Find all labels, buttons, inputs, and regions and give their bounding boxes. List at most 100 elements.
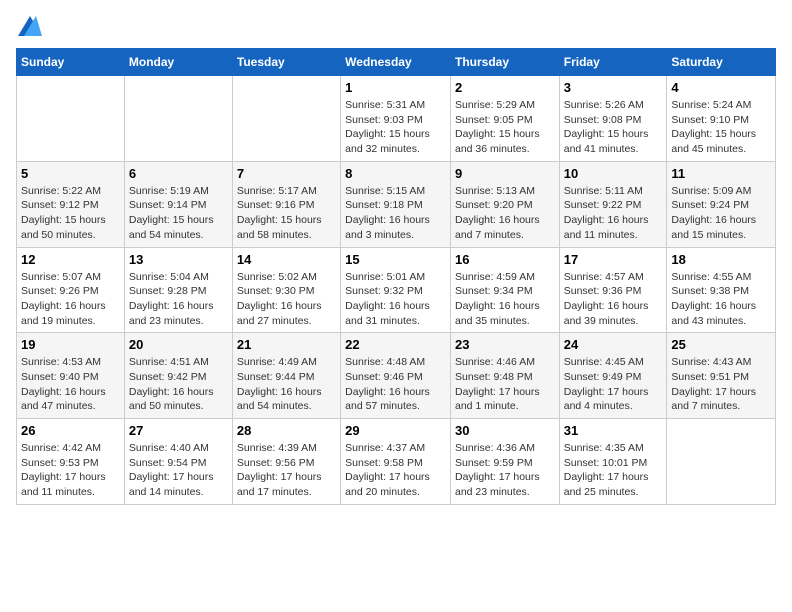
day-number: 4 (671, 80, 771, 95)
calendar-cell: 17 Sunrise: 4:57 AMSunset: 9:36 PMDayligh… (559, 247, 667, 333)
day-info: Sunrise: 5:07 AMSunset: 9:26 PMDaylight:… (21, 270, 120, 329)
day-info: Sunrise: 5:17 AMSunset: 9:16 PMDaylight:… (237, 184, 336, 243)
calendar-cell: 8 Sunrise: 5:15 AMSunset: 9:18 PMDaylight… (341, 161, 451, 247)
calendar-cell: 15Sunrise: 5:01 AMSunset: 9:32 PMDayligh… (341, 247, 451, 333)
calendar-week-row: 19 Sunrise: 4:53 AMSunset: 9:40 PMDayligh… (17, 333, 776, 419)
calendar-header-row: SundayMondayTuesdayWednesdayThursdayFrid… (17, 49, 776, 76)
day-info: Sunrise: 5:09 AMSunset: 9:24 PMDaylight:… (671, 184, 771, 243)
calendar-cell: 27 Sunrise: 4:40 AMSunset: 9:54 PMDayligh… (124, 419, 232, 505)
day-number: 13 (129, 252, 228, 267)
day-info: Sunrise: 4:55 AMSunset: 9:38 PMDaylight:… (671, 270, 771, 329)
day-info: Sunrise: 4:40 AMSunset: 9:54 PMDaylight:… (129, 441, 228, 500)
day-info: Sunrise: 4:35 AMSunset: 10:01 PMDaylight… (564, 441, 663, 500)
day-info: Sunrise: 4:48 AMSunset: 9:46 PMDaylight:… (345, 355, 446, 414)
calendar-cell: 10Sunrise: 5:11 AMSunset: 9:22 PMDayligh… (559, 161, 667, 247)
calendar-cell: 21 Sunrise: 4:49 AMSunset: 9:44 PMDayligh… (232, 333, 340, 419)
calendar-week-row: 1Sunrise: 5:31 AMSunset: 9:03 PMDaylight… (17, 76, 776, 162)
day-info: Sunrise: 5:13 AMSunset: 9:20 PMDaylight:… (455, 184, 555, 243)
day-number: 28 (237, 423, 336, 438)
day-header-monday: Monday (124, 49, 232, 76)
day-number: 8 (345, 166, 446, 181)
day-number: 2 (455, 80, 555, 95)
day-header-saturday: Saturday (667, 49, 776, 76)
calendar-cell: 20Sunrise: 4:51 AMSunset: 9:42 PMDayligh… (124, 333, 232, 419)
day-number: 31 (564, 423, 663, 438)
day-header-friday: Friday (559, 49, 667, 76)
calendar-cell: 13 Sunrise: 5:04 AMSunset: 9:28 PMDayligh… (124, 247, 232, 333)
calendar-cell (124, 76, 232, 162)
day-info: Sunrise: 4:46 AMSunset: 9:48 PMDaylight:… (455, 355, 555, 414)
calendar-cell: 11 Sunrise: 5:09 AMSunset: 9:24 PMDayligh… (667, 161, 776, 247)
day-number: 29 (345, 423, 446, 438)
day-info: Sunrise: 4:37 AMSunset: 9:58 PMDaylight:… (345, 441, 446, 500)
day-number: 12 (21, 252, 120, 267)
calendar-cell: 2Sunrise: 5:29 AMSunset: 9:05 PMDaylight… (450, 76, 559, 162)
day-info: Sunrise: 5:26 AMSunset: 9:08 PMDaylight:… (564, 98, 663, 157)
calendar-cell: 9 Sunrise: 5:13 AMSunset: 9:20 PMDaylight… (450, 161, 559, 247)
logo (16, 16, 42, 36)
calendar-cell: 12 Sunrise: 5:07 AMSunset: 9:26 PMDayligh… (17, 247, 125, 333)
day-info: Sunrise: 4:39 AMSunset: 9:56 PMDaylight:… (237, 441, 336, 500)
day-number: 14 (237, 252, 336, 267)
calendar-cell (667, 419, 776, 505)
calendar-cell: 22 Sunrise: 4:48 AMSunset: 9:46 PMDayligh… (341, 333, 451, 419)
day-number: 1 (345, 80, 446, 95)
day-number: 19 (21, 337, 120, 352)
day-header-sunday: Sunday (17, 49, 125, 76)
day-header-wednesday: Wednesday (341, 49, 451, 76)
day-number: 22 (345, 337, 446, 352)
day-info: Sunrise: 4:51 AMSunset: 9:42 PMDaylight:… (129, 355, 228, 414)
calendar-cell: 24 Sunrise: 4:45 AMSunset: 9:49 PMDayligh… (559, 333, 667, 419)
logo-icon (18, 16, 42, 36)
day-number: 16 (455, 252, 555, 267)
calendar-cell: 19 Sunrise: 4:53 AMSunset: 9:40 PMDayligh… (17, 333, 125, 419)
day-number: 17 (564, 252, 663, 267)
day-number: 9 (455, 166, 555, 181)
day-info: Sunrise: 4:49 AMSunset: 9:44 PMDaylight:… (237, 355, 336, 414)
calendar-cell: 30 Sunrise: 4:36 AMSunset: 9:59 PMDayligh… (450, 419, 559, 505)
calendar-cell: 29 Sunrise: 4:37 AMSunset: 9:58 PMDayligh… (341, 419, 451, 505)
day-number: 24 (564, 337, 663, 352)
day-info: Sunrise: 5:01 AMSunset: 9:32 PMDaylight:… (345, 270, 446, 329)
calendar-week-row: 12 Sunrise: 5:07 AMSunset: 9:26 PMDayligh… (17, 247, 776, 333)
day-number: 27 (129, 423, 228, 438)
day-number: 30 (455, 423, 555, 438)
day-number: 7 (237, 166, 336, 181)
day-number: 11 (671, 166, 771, 181)
calendar-week-row: 5Sunrise: 5:22 AMSunset: 9:12 PMDaylight… (17, 161, 776, 247)
day-header-tuesday: Tuesday (232, 49, 340, 76)
calendar-cell: 28 Sunrise: 4:39 AMSunset: 9:56 PMDayligh… (232, 419, 340, 505)
calendar-cell: 23Sunrise: 4:46 AMSunset: 9:48 PMDayligh… (450, 333, 559, 419)
calendar-cell: 7 Sunrise: 5:17 AMSunset: 9:16 PMDaylight… (232, 161, 340, 247)
day-info: Sunrise: 5:15 AMSunset: 9:18 PMDaylight:… (345, 184, 446, 243)
day-info: Sunrise: 4:53 AMSunset: 9:40 PMDaylight:… (21, 355, 120, 414)
day-info: Sunrise: 4:57 AMSunset: 9:36 PMDaylight:… (564, 270, 663, 329)
day-info: Sunrise: 5:19 AMSunset: 9:14 PMDaylight:… (129, 184, 228, 243)
day-info: Sunrise: 5:22 AMSunset: 9:12 PMDaylight:… (21, 184, 120, 243)
day-info: Sunrise: 5:02 AMSunset: 9:30 PMDaylight:… (237, 270, 336, 329)
calendar-cell: 3 Sunrise: 5:26 AMSunset: 9:08 PMDaylight… (559, 76, 667, 162)
calendar-cell: 6Sunrise: 5:19 AMSunset: 9:14 PMDaylight… (124, 161, 232, 247)
calendar-week-row: 26 Sunrise: 4:42 AMSunset: 9:53 PMDayligh… (17, 419, 776, 505)
day-number: 3 (564, 80, 663, 95)
day-info: Sunrise: 4:42 AMSunset: 9:53 PMDaylight:… (21, 441, 120, 500)
page-header (16, 16, 776, 36)
day-info: Sunrise: 5:11 AMSunset: 9:22 PMDaylight:… (564, 184, 663, 243)
day-number: 21 (237, 337, 336, 352)
day-info: Sunrise: 4:59 AMSunset: 9:34 PMDaylight:… (455, 270, 555, 329)
calendar-cell (17, 76, 125, 162)
day-info: Sunrise: 5:24 AMSunset: 9:10 PMDaylight:… (671, 98, 771, 157)
calendar-cell: 25 Sunrise: 4:43 AMSunset: 9:51 PMDayligh… (667, 333, 776, 419)
calendar-cell: 4 Sunrise: 5:24 AMSunset: 9:10 PMDaylight… (667, 76, 776, 162)
day-number: 25 (671, 337, 771, 352)
calendar-cell: 26 Sunrise: 4:42 AMSunset: 9:53 PMDayligh… (17, 419, 125, 505)
day-info: Sunrise: 5:04 AMSunset: 9:28 PMDaylight:… (129, 270, 228, 329)
day-info: Sunrise: 4:45 AMSunset: 9:49 PMDaylight:… (564, 355, 663, 414)
calendar-cell: 16 Sunrise: 4:59 AMSunset: 9:34 PMDayligh… (450, 247, 559, 333)
day-info: Sunrise: 4:36 AMSunset: 9:59 PMDaylight:… (455, 441, 555, 500)
day-info: Sunrise: 4:43 AMSunset: 9:51 PMDaylight:… (671, 355, 771, 414)
calendar-cell: 1Sunrise: 5:31 AMSunset: 9:03 PMDaylight… (341, 76, 451, 162)
calendar-cell: 14 Sunrise: 5:02 AMSunset: 9:30 PMDayligh… (232, 247, 340, 333)
calendar-cell (232, 76, 340, 162)
day-number: 26 (21, 423, 120, 438)
